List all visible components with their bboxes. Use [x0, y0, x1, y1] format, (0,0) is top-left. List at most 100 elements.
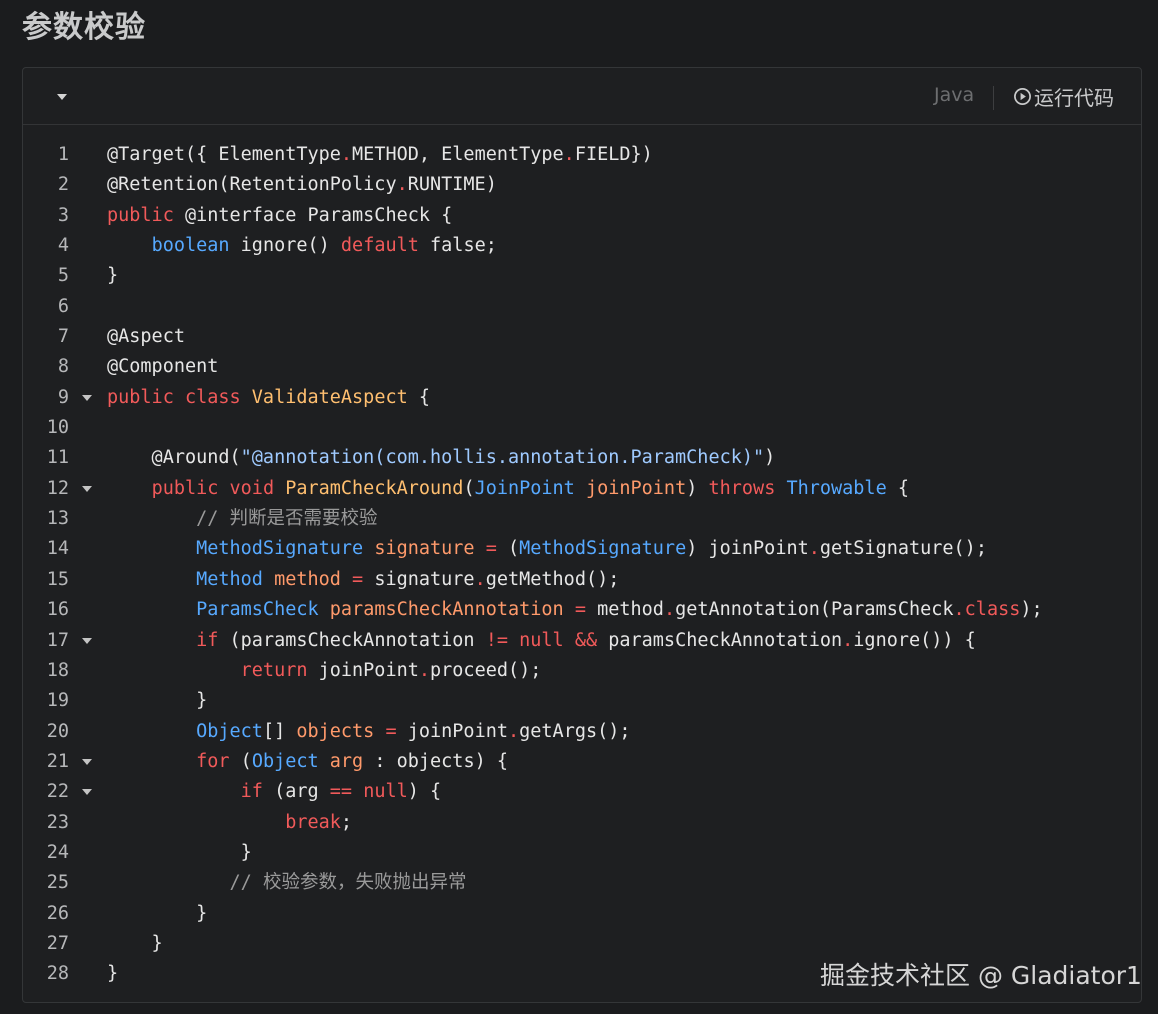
code-token: @interface ParamsCheck {: [173, 204, 453, 226]
code-text: MethodSignature signature = (MethodSigna…: [107, 534, 987, 564]
code-token: objects: [296, 720, 375, 742]
code-text: }: [107, 959, 118, 989]
code-token: .: [474, 568, 486, 590]
line-number: 8: [57, 356, 69, 378]
code-text: if (arg == null) {: [107, 777, 442, 807]
code-token: .: [663, 599, 676, 621]
code-token: .: [396, 174, 408, 196]
code-token: paramsCheckAnnotation: [597, 629, 843, 651]
code-line: 12 public void ParamCheckAround(JoinPoin…: [23, 474, 1141, 504]
code-token: class: [964, 599, 1021, 621]
code-token: }: [107, 690, 208, 712]
code-token: ParamCheckAround: [285, 477, 464, 499]
code-token: (: [496, 538, 520, 560]
run-code-button[interactable]: 运行代码: [1013, 83, 1114, 110]
line-number: 5: [57, 265, 69, 287]
code-token: throws: [708, 477, 776, 499]
code-line: 20 Object[] objects = joinPoint.getArgs(…: [23, 717, 1141, 747]
code-token: arg: [329, 750, 364, 772]
code-line: 18 return joinPoint.proceed();: [23, 656, 1141, 686]
line-number: 3: [57, 204, 69, 226]
code-token: method: [274, 568, 341, 590]
code-text: }: [107, 899, 207, 929]
code-line: 24 }: [23, 838, 1141, 868]
collapse-code-icon[interactable]: [57, 94, 67, 100]
code-text: // 判断是否需要校验: [107, 504, 377, 534]
code-token: }: [107, 902, 208, 924]
code-token: ;: [340, 811, 353, 833]
code-text: if (paramsCheckAnnotation != null && par…: [107, 626, 976, 656]
code-text: // 校验参数，失败抛出异常: [107, 868, 467, 898]
line-number: 6: [57, 295, 69, 317]
fold-toggle-icon[interactable]: [82, 485, 92, 492]
code-token: "@annotation(com.hollis.annotation.Param…: [240, 447, 765, 469]
section-title: 参数校验: [22, 10, 146, 45]
code-token: {: [407, 386, 431, 408]
fold-toggle-icon[interactable]: [82, 789, 92, 796]
code-token: null: [519, 629, 564, 651]
code-token: if: [240, 781, 263, 803]
code-token: (paramsCheckAnnotation: [218, 629, 486, 651]
code-token: Method: [196, 568, 263, 590]
code-token: }: [107, 265, 119, 287]
run-code-label: 运行代码: [1034, 85, 1114, 110]
code-line: 15 Method method = signature.getMethod()…: [23, 565, 1141, 595]
code-token: break: [285, 811, 341, 833]
line-number: 11: [46, 447, 69, 469]
line-number: 9: [57, 386, 69, 408]
code-toolbar: Java 运行代码: [23, 68, 1141, 125]
code-line: 26 }: [23, 899, 1141, 929]
line-number: 19: [46, 690, 69, 712]
code-token: @Target({ ElementType: [107, 144, 341, 165]
line-number: 23: [46, 811, 69, 833]
code-token: ==: [329, 781, 353, 803]
code-token: }: [107, 932, 163, 954]
code-token: getMethod();: [485, 568, 620, 590]
toolbar-divider: [993, 86, 994, 110]
code-token: public class: [107, 386, 252, 408]
code-token: =: [574, 599, 586, 621]
code-line: 25 // 校验参数，失败抛出异常: [23, 868, 1141, 898]
code-token: for: [196, 750, 230, 772]
code-line: 11 @Around("@annotation(com.hollis.annot…: [23, 443, 1141, 473]
line-number: 16: [46, 599, 69, 621]
code-token: ParamsCheck: [196, 599, 319, 621]
code-token: .: [808, 538, 820, 560]
code-text: }: [107, 261, 118, 291]
line-number: 27: [46, 932, 69, 954]
code-text: ParamsCheck paramsCheckAnnotation = meth…: [107, 595, 1043, 625]
code-token: Object: [196, 720, 263, 742]
code-token: method: [585, 599, 664, 621]
code-text: @Component: [107, 352, 218, 382]
line-number: 22: [46, 781, 69, 803]
code-text: @Around("@annotation(com.hollis.annotati…: [107, 443, 776, 473]
code-line: 19 }: [23, 686, 1141, 716]
fold-toggle-icon[interactable]: [82, 758, 92, 765]
code-token: =: [385, 720, 397, 742]
code-token: default: [340, 235, 419, 257]
code-token: METHOD, ElementType: [352, 144, 564, 165]
code-line: 4 boolean ignore() default false;: [23, 231, 1141, 261]
code-text: Object[] objects = joinPoint.getArgs();: [107, 717, 630, 747]
code-token: false;: [418, 235, 497, 257]
code-text: public class ValidateAspect {: [107, 383, 430, 413]
code-token: (: [229, 750, 252, 772]
code-line: 2 @Retention(RetentionPolicy.RUNTIME): [23, 170, 1141, 200]
code-line: 14 MethodSignature signature = (MethodSi…: [23, 534, 1141, 564]
code-token: ): [686, 477, 709, 499]
code-token: .: [953, 599, 965, 621]
language-label: Java: [934, 84, 975, 106]
code-token: getSignature();: [819, 538, 987, 560]
fold-toggle-icon[interactable]: [82, 637, 92, 644]
fold-toggle-icon[interactable]: [82, 394, 92, 401]
line-number: 7: [57, 326, 69, 348]
